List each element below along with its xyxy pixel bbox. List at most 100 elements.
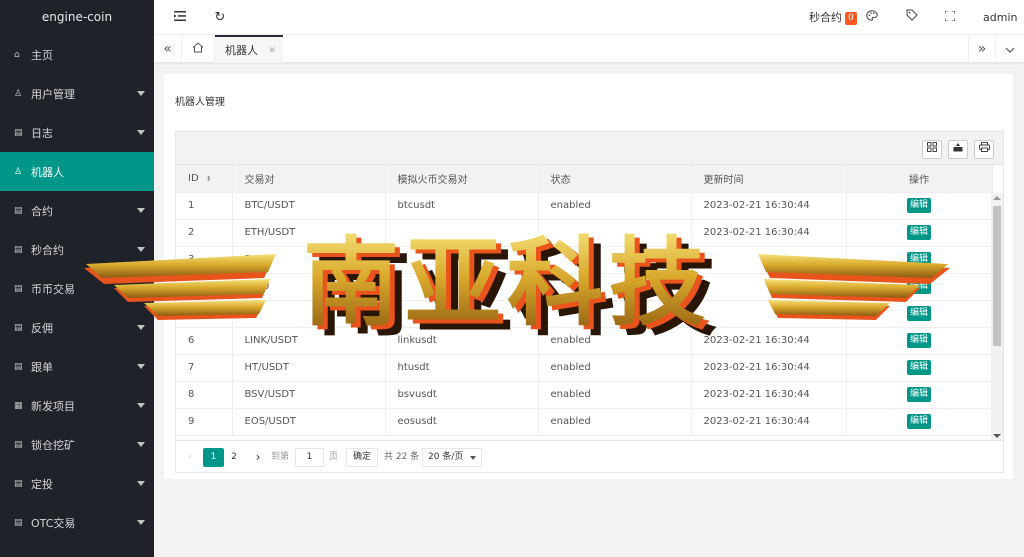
collapse-menu-icon[interactable] [168, 0, 192, 35]
prev-page-icon[interactable]: ‹ [182, 448, 198, 467]
table-toolbar [176, 132, 1003, 165]
top-bar: ↻ 秒合约 0 admin [154, 0, 1024, 56]
sort-icon[interactable]: ⬍ [206, 175, 212, 183]
sidebar-item-7[interactable]: ▤ 反佣 [0, 308, 154, 347]
table-scrollbar[interactable] [991, 193, 1003, 441]
second-contract-link[interactable]: 秒合约 0 [809, 0, 857, 35]
cell-id: 4 [176, 273, 233, 301]
caret-down-icon [137, 403, 145, 408]
document-icon: ▤ [14, 478, 23, 489]
goto-page-input[interactable]: 1 [295, 448, 324, 467]
cell-actions: 编辑 [846, 408, 993, 436]
cell-updated: 2023-02-21 16:30:44 [691, 192, 847, 220]
cell-actions: 编辑 [846, 273, 993, 301]
tabs-scroll-left-icon[interactable]: « [154, 35, 182, 63]
column-header-sim-pair: 模拟火币交易对 [385, 165, 539, 193]
sidebar-item-2[interactable]: ▤ 日志 [0, 113, 154, 152]
table-row: 7 HT/USDT htusdt enabled 2023-02-21 16:30:44… [176, 354, 993, 382]
columns-filter-icon[interactable] [922, 140, 942, 159]
cell-updated: 2023-02-21 16:30:44 [691, 219, 847, 247]
tag-icon[interactable] [902, 0, 922, 35]
sidebar-item-0[interactable]: ⌂ 主页 [0, 35, 154, 74]
cell-updated [691, 273, 847, 301]
next-page-icon[interactable]: › [250, 448, 266, 467]
cell-updated: 2023-02-21 16:30:44 [691, 408, 847, 436]
table-row: 3 DOG 编辑 [176, 246, 993, 274]
sidebar-item-label: 日志 [31, 126, 53, 140]
cell-actions: 编辑 [846, 192, 993, 220]
document-icon: ▤ [14, 361, 23, 372]
sidebar-item-label: 秒合约 [31, 243, 64, 257]
cell-status [538, 300, 692, 328]
sidebar-item-label: 跟单 [31, 360, 53, 374]
app-logo: engine-coin [41, 10, 113, 24]
cell-sim: eosusdt [385, 408, 539, 436]
sidebar-item-8[interactable]: ▤ 跟单 [0, 347, 154, 386]
column-header-id[interactable]: ID ⬍ [176, 165, 233, 193]
print-icon[interactable] [974, 140, 994, 159]
tab-robot[interactable]: 机器人 ✕ [215, 35, 283, 63]
sidebar-item-label: 用户管理 [31, 87, 75, 101]
close-icon[interactable]: ✕ [268, 37, 276, 65]
page-title: 机器人管理 [175, 97, 225, 108]
scroll-thumb[interactable] [993, 206, 1001, 346]
sidebar-item-6[interactable]: ▤ 币币交易 [0, 269, 154, 308]
page-size-select[interactable]: 20 条/页 [422, 448, 482, 467]
sidebar-item-1[interactable]: ♙ 用户管理 [0, 74, 154, 113]
tabs-options-icon[interactable] [996, 35, 1024, 63]
fullscreen-icon[interactable] [940, 0, 960, 35]
edit-button[interactable]: 编辑 [906, 414, 931, 429]
user-menu[interactable]: admin [983, 0, 1024, 56]
edit-button[interactable]: 编辑 [906, 360, 931, 375]
edit-button[interactable]: 编辑 [906, 333, 931, 348]
home-tab-icon[interactable] [182, 35, 215, 63]
edit-button[interactable]: 编辑 [906, 225, 931, 240]
sidebar-item-label: 锁仓挖矿 [31, 438, 75, 452]
data-table: ID ⬍ 交易对 模拟火币交易对 状态 更新时间 操作 1 BTC/USDT btc… [175, 131, 1004, 473]
table-row: 5 编辑 [176, 300, 993, 328]
table-body: 1 BTC/USDT btcusdt enabled 2023-02-21 16:30:… [176, 192, 993, 436]
sidebar-item-4[interactable]: ▤ 合约 [0, 191, 154, 230]
page-1-button[interactable]: 1 [203, 448, 224, 467]
cell-id: 1 [176, 192, 233, 220]
edit-button[interactable]: 编辑 [906, 198, 931, 213]
edit-button[interactable]: 编辑 [906, 252, 931, 267]
cell-pair: DOG [232, 246, 386, 274]
cell-pair: LINK/USDT [232, 327, 386, 355]
caret-down-icon [137, 481, 145, 486]
column-header-pair: 交易对 [232, 165, 386, 193]
scroll-up-icon[interactable] [993, 196, 1001, 200]
caret-down-icon [137, 442, 145, 447]
cell-sim [385, 219, 539, 247]
table-header-row: ID ⬍ 交易对 模拟火币交易对 状态 更新时间 操作 [176, 165, 993, 193]
edit-button[interactable]: 编辑 [906, 387, 931, 402]
sidebar-item-11[interactable]: ▤ 定投 [0, 464, 154, 503]
theme-icon[interactable] [862, 0, 882, 35]
cell-status: enabled [538, 327, 692, 355]
sidebar-item-9[interactable]: ▦ 新发项目 [0, 386, 154, 425]
sidebar-item-5[interactable]: ▤ 秒合约 [0, 230, 154, 269]
edit-button[interactable]: 编辑 [906, 279, 931, 294]
export-icon[interactable] [948, 140, 968, 159]
document-icon: ▤ [14, 517, 23, 528]
scroll-down-icon[interactable] [993, 434, 1001, 438]
second-contract-label: 秒合约 [809, 11, 842, 24]
caret-down-icon [137, 91, 145, 96]
sidebar-item-3[interactable]: ♙ 机器人 [0, 152, 154, 191]
cell-sim: linkusdt [385, 327, 539, 355]
sidebar-item-label: 定投 [31, 477, 53, 491]
goto-confirm-button[interactable]: 确定 [346, 448, 379, 467]
cell-updated: 2023-02-21 16:30:44 [691, 381, 847, 409]
edit-button[interactable]: 编辑 [906, 306, 931, 321]
tabs-scroll-right-icon[interactable]: » [968, 35, 996, 63]
refresh-icon[interactable]: ↻ [208, 0, 232, 35]
sidebar-item-10[interactable]: ▤ 锁仓挖矿 [0, 425, 154, 464]
table-row: 4 FIL/U 编辑 [176, 273, 993, 301]
cell-status: enabled [538, 381, 692, 409]
cell-status [538, 273, 692, 301]
page-2-button[interactable]: 2 [226, 448, 242, 467]
page-size-value: 20 条/页 [428, 452, 464, 462]
cell-actions: 编辑 [846, 381, 993, 409]
table-row: 8 BSV/USDT bsvusdt enabled 2023-02-21 16:30:… [176, 381, 993, 409]
sidebar-item-12[interactable]: ▤ OTC交易 [0, 503, 154, 542]
